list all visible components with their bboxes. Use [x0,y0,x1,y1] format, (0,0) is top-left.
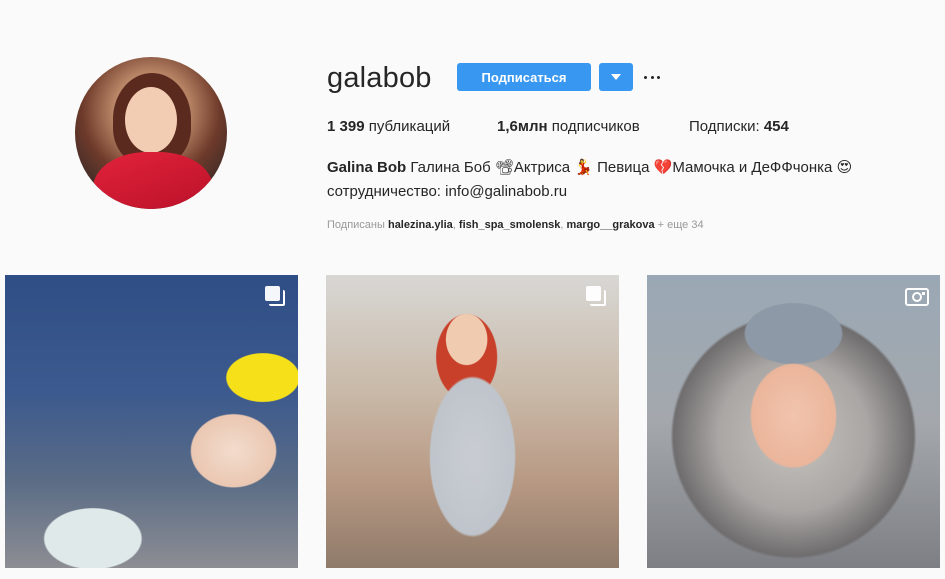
follow-button[interactable]: Подписаться [457,63,591,91]
caret-down-icon [611,74,621,80]
avatar-face [125,87,177,153]
followed-by-account[interactable]: margo__grakova [567,219,655,231]
posts-label: публикаций [368,118,451,135]
video-camera-icon [905,288,929,306]
full-name: Galina Bob [327,159,407,176]
multiple-images-icon [265,286,285,306]
bio-text: Галина Боб 📽Актриса 💃 Певица 💔Мамочка и … [410,159,853,176]
following-count: 454 [763,118,789,135]
followers-stat[interactable]: 1,6млн подписчиков [497,118,640,135]
followers-count: 1,6млн [497,118,548,135]
profile-username: galabob [327,62,432,94]
following-stat[interactable]: Подписки: 454 [689,118,789,135]
followed-by-more: + еще 34 [657,219,704,231]
more-options-button[interactable] [644,67,660,87]
ellipsis-icon [644,75,647,79]
profile-avatar[interactable] [75,57,227,209]
post-thumbnail[interactable] [647,275,940,568]
post-thumbnail[interactable] [5,275,298,568]
posts-stat: 1 399 публикаций [327,118,450,135]
bio-contact: сотрудничество: info@galinabob.ru [327,183,568,200]
suggestions-dropdown-button[interactable] [599,63,633,91]
avatar-coat [93,152,213,209]
following-label: Подписки: [689,118,760,135]
followers-label: подписчиков [551,118,640,135]
followed-by[interactable]: Подписаны halezina.ylia, fish_spa_smolen… [327,219,704,231]
followed-by-account[interactable]: fish_spa_smolensk [459,219,561,231]
post-thumbnail[interactable] [326,275,619,568]
bio-line-1: Galina Bob Галина Боб 📽Актриса 💃 Певица … [327,158,852,178]
multiple-images-icon [586,286,606,306]
posts-count: 1 399 [327,118,365,135]
followed-by-prefix: Подписаны [327,219,385,231]
followed-by-account[interactable]: halezina.ylia [388,219,453,231]
